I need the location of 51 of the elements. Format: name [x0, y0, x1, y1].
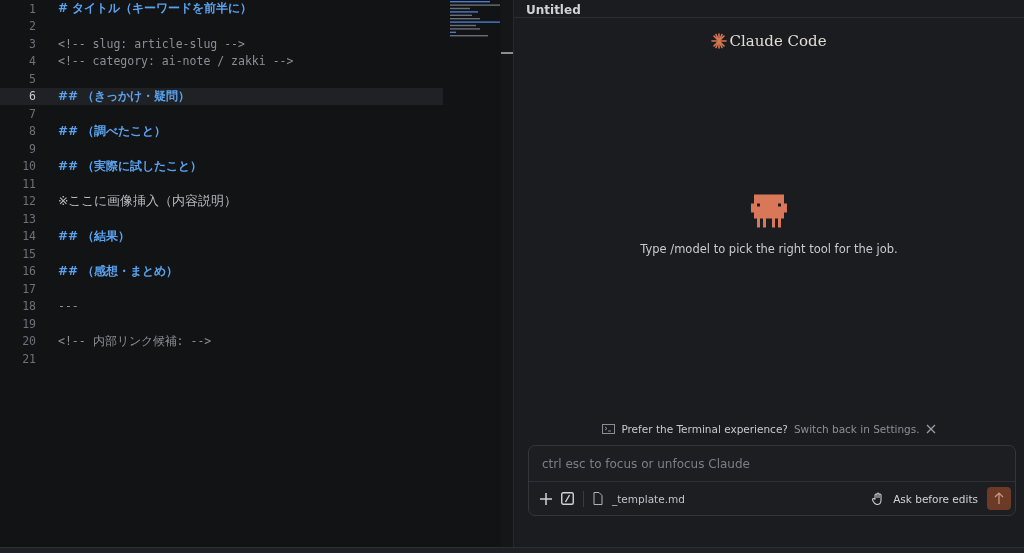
plus-icon[interactable]	[540, 492, 552, 505]
slash-command-icon[interactable]	[561, 492, 574, 505]
code-line: ## （調べたこと）	[58, 122, 167, 140]
line-number: 4	[28, 54, 36, 69]
hand-icon	[872, 492, 885, 505]
line-number: 12	[21, 194, 36, 209]
code-line: <!-- 内部リンク候補: -->	[58, 333, 212, 349]
code-line: ## （結果）	[58, 227, 131, 245]
panel-title: Untitled	[526, 3, 581, 17]
line-number: 20	[21, 334, 36, 349]
line-number: 9	[28, 141, 36, 156]
code-line: ## （きっかけ・疑問）	[58, 87, 191, 105]
prompt-box[interactable]: ctrl esc to focus or unfocus Claude _template.md Ask before edits	[528, 445, 1016, 516]
starburst-icon	[711, 33, 728, 49]
code-line: <!-- category: ai-note / zakki -->	[58, 54, 294, 69]
attached-file-name[interactable]: _template.md	[612, 492, 685, 505]
line-number: 19	[21, 316, 36, 331]
code-line: ## （実際に試したこと）	[58, 157, 203, 175]
code-line: <!-- slug: article-slug -->	[58, 36, 245, 51]
line-number: 14	[21, 229, 36, 244]
line-number: 13	[21, 211, 36, 226]
file-icon	[593, 492, 603, 505]
line-number: 8	[28, 124, 36, 139]
line-number: 10	[21, 159, 36, 174]
line-number: 21	[21, 351, 36, 366]
terminal-icon	[602, 424, 616, 434]
line-number: 5	[28, 71, 36, 86]
line-number: 7	[28, 106, 36, 121]
line-number: 11	[21, 176, 36, 191]
code-line: ## （感想・まとめ）	[58, 262, 179, 280]
line-number: 18	[21, 299, 36, 314]
notice-text: Prefer the Terminal experience?	[621, 423, 788, 435]
line-number: 17	[21, 281, 36, 296]
tip-text: Type /model to pick the right tool for the job.	[640, 242, 898, 256]
permission-mode-button[interactable]: Ask before edits	[893, 492, 978, 505]
line-number: 3	[28, 36, 36, 51]
pixel-creature-icon	[748, 194, 790, 228]
line-number: 1	[28, 1, 36, 16]
send-button[interactable]	[987, 487, 1011, 510]
close-icon[interactable]	[925, 424, 936, 434]
code-line: # タイトル（キーワードを前半に）	[58, 0, 253, 18]
prompt-input[interactable]: ctrl esc to focus or unfocus Claude	[529, 446, 1015, 482]
line-number: 16	[21, 264, 36, 279]
code-line: ※ここに画像挿入（内容説明）	[58, 192, 238, 210]
line-number: 15	[21, 246, 36, 261]
settings-link[interactable]: Switch back in Settings.	[793, 423, 920, 435]
line-number: 2	[28, 19, 36, 34]
arrow-up-icon	[994, 492, 1004, 505]
line-number: 6	[28, 89, 36, 104]
code-line: ---	[58, 299, 79, 314]
logo-text: Claude Code	[729, 32, 827, 50]
